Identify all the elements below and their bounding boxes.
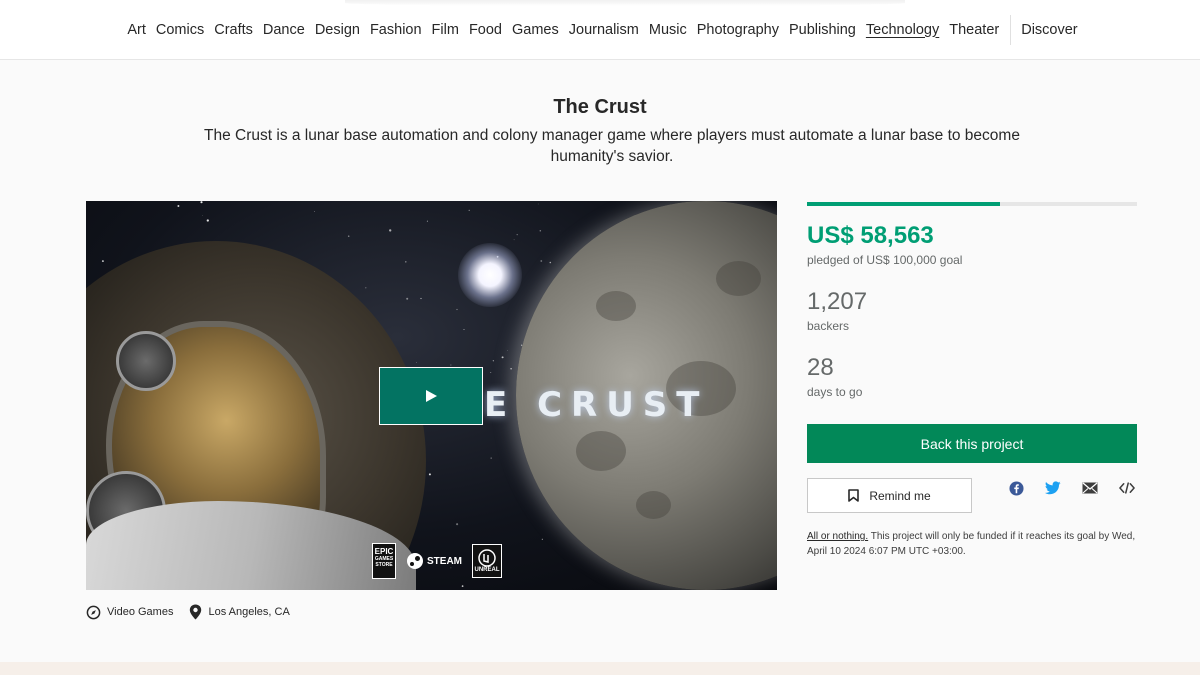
- twitter-share-button[interactable]: [1045, 479, 1061, 497]
- search-overlay-shadow: [345, 0, 905, 6]
- star: [510, 368, 512, 370]
- star: [492, 360, 494, 362]
- all-or-nothing-note: All or nothing. This project will only b…: [807, 529, 1142, 559]
- nav-item-food[interactable]: Food: [464, 0, 507, 60]
- compass-icon: [86, 605, 101, 619]
- embed-share-button[interactable]: [1119, 479, 1135, 497]
- nav-item-film[interactable]: Film: [427, 0, 464, 60]
- remind-me-label: Remind me: [869, 488, 931, 503]
- funding-progress-fill: [807, 202, 1001, 206]
- star: [428, 473, 431, 476]
- pledged-amount: US$ 58,563: [807, 222, 934, 249]
- star: [490, 372, 492, 373]
- days-to-go-count: 28: [807, 354, 834, 381]
- unreal-engine-logo: UNREAL: [472, 544, 502, 578]
- star: [347, 235, 350, 237]
- nav-discover-link[interactable]: Discover: [1021, 0, 1077, 60]
- star: [456, 308, 458, 311]
- twitter-icon: [1045, 481, 1061, 495]
- star: [549, 261, 552, 264]
- play-button[interactable]: [379, 367, 483, 425]
- star: [468, 209, 470, 211]
- unreal-icon: [478, 549, 496, 567]
- nav-item-music[interactable]: Music: [644, 0, 692, 60]
- helmet-light: [116, 331, 176, 391]
- star: [314, 211, 315, 213]
- back-this-project-button[interactable]: Back this project: [807, 424, 1137, 463]
- category-link[interactable]: Video Games: [86, 605, 173, 620]
- nav-item-games[interactable]: Games: [507, 0, 564, 60]
- location-pin-icon: [190, 604, 202, 620]
- email-icon: [1082, 482, 1098, 494]
- star: [101, 260, 104, 263]
- star: [200, 201, 203, 204]
- game-logo-text: E CRUST: [484, 385, 709, 425]
- steam-logo: STEAM: [406, 552, 462, 570]
- top-navigation: Art Comics Crafts Dance Design Fashion Film Foo…: [0, 0, 1200, 60]
- star: [365, 287, 367, 289]
- embed-icon: [1119, 482, 1135, 494]
- star: [406, 297, 409, 300]
- nav-divider: [1010, 14, 1012, 45]
- epic-games-logo: EPIC GAMES STORE: [372, 543, 396, 579]
- nav-item-comics[interactable]: Comics: [151, 0, 209, 60]
- star: [541, 538, 543, 540]
- nav-item-design[interactable]: Design: [310, 0, 365, 60]
- star: [420, 297, 422, 300]
- nav-item-journalism[interactable]: Journalism: [564, 0, 644, 60]
- star: [389, 229, 392, 232]
- email-share-button[interactable]: [1082, 479, 1098, 497]
- star: [463, 329, 465, 330]
- nav-item-theater[interactable]: Theater: [944, 0, 1004, 60]
- star: [456, 523, 459, 526]
- category-nav: Art Comics Crafts Dance Design Fashion Film Foo…: [122, 0, 1004, 60]
- star: [539, 230, 542, 232]
- project-video[interactable]: E CRUST EPIC GAMES STORE STEAM UNREAL: [86, 201, 777, 590]
- share-buttons: [1008, 479, 1135, 497]
- nav-item-technology[interactable]: Technology: [861, 0, 944, 60]
- facebook-share-button[interactable]: [1008, 479, 1024, 497]
- location-label: Los Angeles, CA: [208, 606, 290, 618]
- project-blurb: The Crust is a lunar base automation and…: [204, 127, 1020, 165]
- backers-count: 1,207: [807, 288, 868, 315]
- nav-item-publishing[interactable]: Publishing: [784, 0, 861, 60]
- star: [490, 457, 492, 459]
- page-bottom-band: [0, 662, 1200, 675]
- nav-item-photography[interactable]: Photography: [692, 0, 784, 60]
- nav-item-fashion[interactable]: Fashion: [365, 0, 427, 60]
- play-icon: [426, 390, 437, 402]
- star: [507, 350, 508, 351]
- category-label: Video Games: [107, 606, 174, 618]
- all-or-nothing-link[interactable]: All or nothing.: [807, 531, 868, 542]
- star: [450, 364, 452, 366]
- remind-me-button[interactable]: Remind me: [807, 478, 972, 513]
- star: [501, 356, 504, 359]
- facebook-icon: [1008, 480, 1024, 496]
- star: [516, 233, 518, 236]
- pledged-goal-label: pledged of US$ 100,000 goal: [807, 253, 963, 267]
- days-to-go-label: days to go: [807, 385, 863, 399]
- star: [461, 585, 464, 587]
- star: [177, 205, 180, 207]
- star: [405, 261, 407, 263]
- nav-item-dance[interactable]: Dance: [258, 0, 310, 60]
- star: [537, 203, 539, 205]
- nav-item-art[interactable]: Art: [122, 0, 151, 60]
- project-meta: Video Games Los Angeles, CA: [86, 604, 306, 620]
- steam-icon: [407, 553, 423, 569]
- star: [202, 215, 203, 216]
- backers-label: backers: [807, 319, 850, 333]
- star: [513, 239, 515, 241]
- star: [426, 220, 428, 222]
- nav-item-crafts[interactable]: Crafts: [209, 0, 258, 60]
- sun-glow: [458, 243, 522, 307]
- bookmark-icon: [848, 489, 860, 502]
- funding-progress-bar: [807, 202, 1137, 206]
- location-link[interactable]: Los Angeles, CA: [189, 604, 290, 620]
- project-title: The Crust: [553, 96, 647, 118]
- store-logos: EPIC GAMES STORE STEAM UNREAL: [372, 543, 502, 579]
- star: [540, 260, 543, 262]
- star: [206, 219, 209, 222]
- star: [415, 361, 417, 363]
